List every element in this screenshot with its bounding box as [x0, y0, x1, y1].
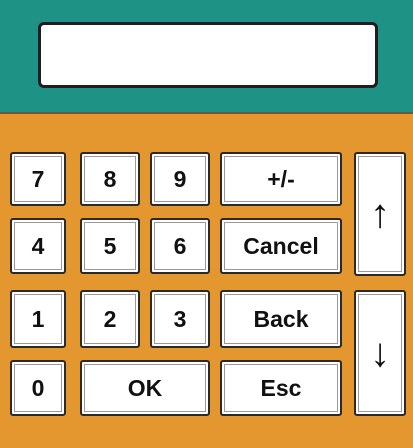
key-3[interactable]: 3 — [150, 290, 210, 348]
arrow-down-icon: ↓ — [370, 330, 390, 375]
cancel-button[interactable]: Cancel — [220, 218, 342, 274]
key-1[interactable]: 1 — [10, 290, 66, 348]
ok-button[interactable]: OK — [80, 360, 210, 416]
divider — [0, 112, 413, 114]
display-field — [38, 22, 378, 88]
arrow-up-icon: ↑ — [370, 191, 390, 236]
back-button[interactable]: Back — [220, 290, 342, 348]
plus-minus-button[interactable]: +/- — [220, 152, 342, 206]
esc-button[interactable]: Esc — [220, 360, 342, 416]
key-7[interactable]: 7 — [10, 152, 66, 206]
scroll-down-button[interactable]: ↓ — [354, 290, 406, 416]
key-9[interactable]: 9 — [150, 152, 210, 206]
key-5[interactable]: 5 — [80, 218, 140, 274]
key-8[interactable]: 8 — [80, 152, 140, 206]
key-6[interactable]: 6 — [150, 218, 210, 274]
scroll-up-button[interactable]: ↑ — [354, 152, 406, 276]
key-2[interactable]: 2 — [80, 290, 140, 348]
key-0[interactable]: 0 — [10, 360, 66, 416]
key-4[interactable]: 4 — [10, 218, 66, 274]
